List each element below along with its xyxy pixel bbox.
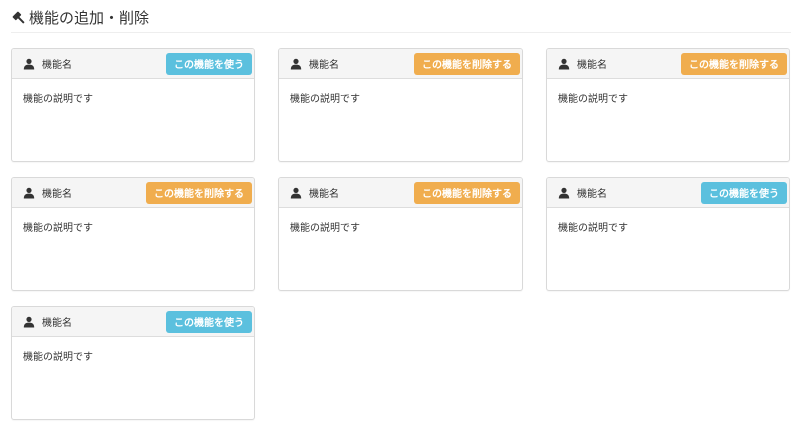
delete-feature-button[interactable]: この機能を削除する <box>414 52 520 75</box>
feature-description: 機能の説明です <box>23 352 93 363</box>
feature-name: 機能名 <box>309 189 339 200</box>
feature-description: 機能の説明です <box>290 94 360 105</box>
feature-name: 機能名 <box>42 318 72 329</box>
feature-grid: 機能名 この機能を使う 機能の説明です 機能名 この機能を削除する 機能の説明で… <box>11 48 791 420</box>
feature-panel-heading: 機能名 この機能を使う <box>547 178 789 208</box>
feature-name: 機能名 <box>42 189 72 200</box>
feature-description: 機能の説明です <box>290 223 360 234</box>
feature-panel: 機能名 この機能を削除する 機能の説明です <box>546 48 790 162</box>
feature-description: 機能の説明です <box>558 223 628 234</box>
gavel-icon <box>11 10 27 26</box>
feature-panel: 機能名 この機能を使う 機能の説明です <box>546 177 790 291</box>
delete-feature-button[interactable]: この機能を削除する <box>414 181 520 204</box>
feature-panel-heading: 機能名 この機能を削除する <box>279 178 522 208</box>
delete-feature-button[interactable]: この機能を削除する <box>681 52 787 75</box>
page-title: 機能の追加・削除 <box>11 8 149 28</box>
feature-name: 機能名 <box>577 60 607 71</box>
feature-panel: 機能名 この機能を削除する 機能の説明です <box>278 48 523 162</box>
user-icon <box>290 58 302 70</box>
feature-description: 機能の説明です <box>23 223 93 234</box>
user-icon <box>558 187 570 199</box>
use-feature-button[interactable]: この機能を使う <box>166 52 252 75</box>
feature-panel-heading: 機能名 この機能を使う <box>12 49 254 79</box>
feature-name: 機能名 <box>577 189 607 200</box>
feature-panel-heading: 機能名 この機能を削除する <box>279 49 522 79</box>
feature-panel: 機能名 この機能を使う 機能の説明です <box>11 306 255 420</box>
use-feature-button[interactable]: この機能を使う <box>166 310 252 333</box>
page-header: 機能の追加・削除 <box>11 0 791 33</box>
feature-description: 機能の説明です <box>23 94 93 105</box>
feature-panel: 機能名 この機能を削除する 機能の説明です <box>11 177 255 291</box>
feature-panel-heading: 機能名 この機能を使う <box>12 307 254 337</box>
feature-panel: 機能名 この機能を削除する 機能の説明です <box>278 177 523 291</box>
feature-panel: 機能名 この機能を使う 機能の説明です <box>11 48 255 162</box>
feature-name: 機能名 <box>309 60 339 71</box>
user-icon <box>23 187 35 199</box>
user-icon <box>23 58 35 70</box>
feature-panel-heading: 機能名 この機能を削除する <box>12 178 254 208</box>
user-icon <box>558 58 570 70</box>
page-title-text: 機能の追加・削除 <box>29 9 150 27</box>
user-icon <box>290 187 302 199</box>
user-icon <box>23 316 35 328</box>
feature-panel-heading: 機能名 この機能を削除する <box>547 49 789 79</box>
use-feature-button[interactable]: この機能を使う <box>701 181 787 204</box>
feature-name: 機能名 <box>42 60 72 71</box>
delete-feature-button[interactable]: この機能を削除する <box>146 181 252 204</box>
feature-description: 機能の説明です <box>558 94 628 105</box>
